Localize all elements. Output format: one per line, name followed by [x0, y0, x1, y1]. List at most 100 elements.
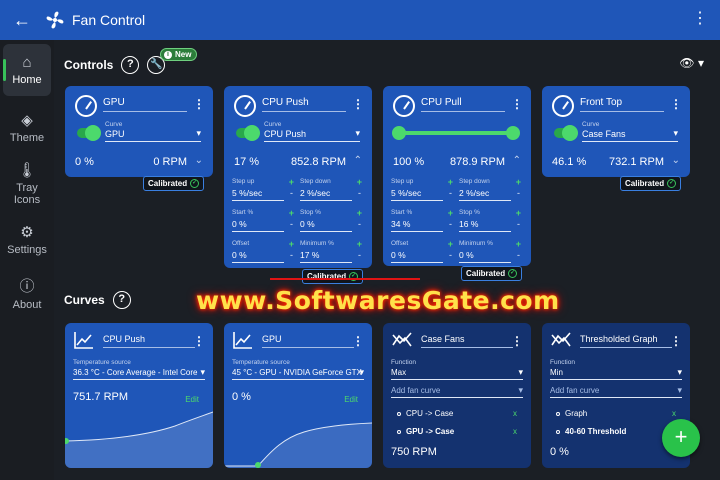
- edit-link[interactable]: Edit: [185, 395, 199, 404]
- start-label: Start %: [391, 209, 413, 216]
- increment-button[interactable]: +: [357, 208, 362, 218]
- curve-name[interactable]: Case Fans: [421, 334, 513, 348]
- step-up-field[interactable]: 5 %/sec: [391, 188, 443, 201]
- more-vertical-icon[interactable]: ⋮: [670, 98, 682, 110]
- step-down-field[interactable]: 2 %/sec: [300, 188, 352, 201]
- curve-graph[interactable]: [224, 408, 372, 468]
- sidebar-item-tray-icons[interactable]: 🌡 Tray Icons: [0, 154, 54, 212]
- stop-field[interactable]: 16 %: [459, 219, 511, 232]
- enable-toggle[interactable]: [554, 125, 578, 141]
- increment-button[interactable]: +: [516, 208, 521, 218]
- increment-button[interactable]: +: [289, 177, 294, 187]
- remove-button[interactable]: x: [672, 409, 676, 418]
- decrement-button[interactable]: -: [449, 188, 452, 198]
- offset-field[interactable]: 0 %: [391, 250, 443, 263]
- remove-button[interactable]: x: [513, 409, 517, 418]
- decrement-button[interactable]: -: [449, 219, 452, 229]
- enable-toggle[interactable]: [77, 125, 101, 141]
- temperature-source-select[interactable]: 36.3 °C - Core Average - Intel Core: [73, 368, 205, 380]
- help-icon[interactable]: ?: [112, 291, 131, 309]
- increment-button[interactable]: +: [289, 239, 294, 249]
- chevron-down-icon[interactable]: ⌄: [195, 155, 203, 166]
- back-arrow-icon[interactable]: ←: [0, 10, 44, 31]
- temperature-source-select[interactable]: 45 °C - GPU - NVIDIA GeForce GTX: [232, 368, 364, 380]
- graph-curve-icon: [233, 332, 252, 349]
- more-vertical-icon[interactable]: ⋮: [352, 98, 364, 110]
- increment-button[interactable]: +: [357, 177, 362, 187]
- chevron-up-icon[interactable]: ⌃: [513, 155, 521, 166]
- decrement-button[interactable]: -: [517, 219, 520, 229]
- function-select[interactable]: Min: [550, 368, 682, 380]
- control-name[interactable]: Front Top: [580, 97, 664, 112]
- more-vertical-icon[interactable]: ⋮: [692, 10, 708, 28]
- increment-button[interactable]: +: [516, 239, 521, 249]
- curve-select[interactable]: GPU: [105, 128, 201, 142]
- more-vertical-icon[interactable]: ⋮: [670, 335, 682, 347]
- decrement-button[interactable]: -: [517, 250, 520, 260]
- increment-button[interactable]: +: [448, 208, 453, 218]
- controls-header: Controls ? 🔧 i New: [64, 48, 198, 74]
- increment-button[interactable]: +: [289, 208, 294, 218]
- minimum-field[interactable]: 0 %: [459, 250, 511, 263]
- chevron-down-icon[interactable]: ⌄: [672, 155, 680, 166]
- sidebar-item-settings[interactable]: ⚙ Settings: [0, 212, 54, 266]
- curve-name[interactable]: Thresholded Graph: [580, 334, 672, 348]
- decrement-button[interactable]: -: [358, 219, 361, 229]
- step-down-field[interactable]: 2 %/sec: [459, 188, 511, 201]
- more-vertical-icon[interactable]: ⋮: [511, 335, 523, 347]
- curve-select[interactable]: Case Fans: [582, 128, 678, 142]
- more-vertical-icon[interactable]: ⋮: [193, 98, 205, 110]
- minimum-field[interactable]: 17 %: [300, 250, 352, 263]
- paint-bucket-icon: ◈: [21, 111, 33, 129]
- more-vertical-icon[interactable]: ⋮: [511, 98, 523, 110]
- decrement-button[interactable]: -: [358, 188, 361, 198]
- control-name[interactable]: CPU Pull: [421, 97, 505, 112]
- range-slider[interactable]: [392, 126, 520, 140]
- chevron-up-icon[interactable]: ⌃: [354, 155, 362, 166]
- curve-select[interactable]: CPU Push: [264, 128, 360, 142]
- decrement-button[interactable]: -: [517, 188, 520, 198]
- control-name[interactable]: GPU: [103, 97, 187, 112]
- more-vertical-icon[interactable]: ⋮: [193, 335, 205, 347]
- curve-name[interactable]: CPU Push: [103, 334, 195, 348]
- sidebar-item-about[interactable]: ⓘ About: [0, 266, 54, 320]
- add-fan-curve-select[interactable]: Add fan curve: [550, 386, 682, 398]
- sidebar-item-home[interactable]: ⌂ Home: [3, 44, 51, 96]
- help-icon[interactable]: ?: [121, 56, 140, 74]
- control-card-cpu-pull: CPU Pull ⋮ 100 % 878.9 RPM ⌃ Step up 5 %/…: [383, 86, 531, 266]
- more-vertical-icon[interactable]: ⋮: [352, 335, 364, 347]
- control-card-gpu: GPU ⋮ Curve GPU 0 % 0 RPM ⌄: [65, 86, 213, 177]
- increment-button[interactable]: +: [516, 177, 521, 187]
- eye-icon[interactable]: 👁 ▾: [679, 56, 704, 70]
- increment-button[interactable]: +: [448, 239, 453, 249]
- increment-button[interactable]: +: [357, 239, 362, 249]
- decrement-button[interactable]: -: [290, 188, 293, 198]
- decrement-button[interactable]: -: [290, 219, 293, 229]
- stop-field[interactable]: 0 %: [300, 219, 352, 232]
- start-field[interactable]: 0 %: [232, 219, 284, 232]
- step-up-field[interactable]: 5 %/sec: [232, 188, 284, 201]
- curve-label: Curve: [264, 121, 282, 128]
- remove-button[interactable]: x: [513, 427, 517, 436]
- curve-graph[interactable]: [65, 408, 213, 468]
- offset-field[interactable]: 0 %: [232, 250, 284, 263]
- curve-name[interactable]: GPU: [262, 334, 354, 348]
- fan-curve-item-label: 40-60 Threshold: [565, 427, 627, 436]
- check-circle-icon: ✓: [190, 179, 200, 188]
- add-button[interactable]: +: [662, 419, 700, 457]
- decrement-button[interactable]: -: [290, 250, 293, 260]
- function-select[interactable]: Max: [391, 368, 523, 380]
- calibrated-badge: Calibrated ✓: [461, 266, 523, 281]
- increment-button[interactable]: +: [448, 177, 453, 187]
- enable-toggle[interactable]: [236, 125, 260, 141]
- decrement-button[interactable]: -: [449, 250, 452, 260]
- app-title: Fan Control: [72, 12, 146, 28]
- sidebar-item-theme[interactable]: ◈ Theme: [0, 100, 54, 154]
- control-name[interactable]: CPU Push: [262, 97, 346, 112]
- decrement-button[interactable]: -: [358, 250, 361, 260]
- list-item: GPU -> Case: [397, 427, 454, 436]
- edit-link[interactable]: Edit: [344, 395, 358, 404]
- start-field[interactable]: 34 %: [391, 219, 443, 232]
- add-fan-curve-select[interactable]: Add fan curve: [391, 386, 523, 398]
- fan-curve-item-label: Graph: [565, 409, 588, 418]
